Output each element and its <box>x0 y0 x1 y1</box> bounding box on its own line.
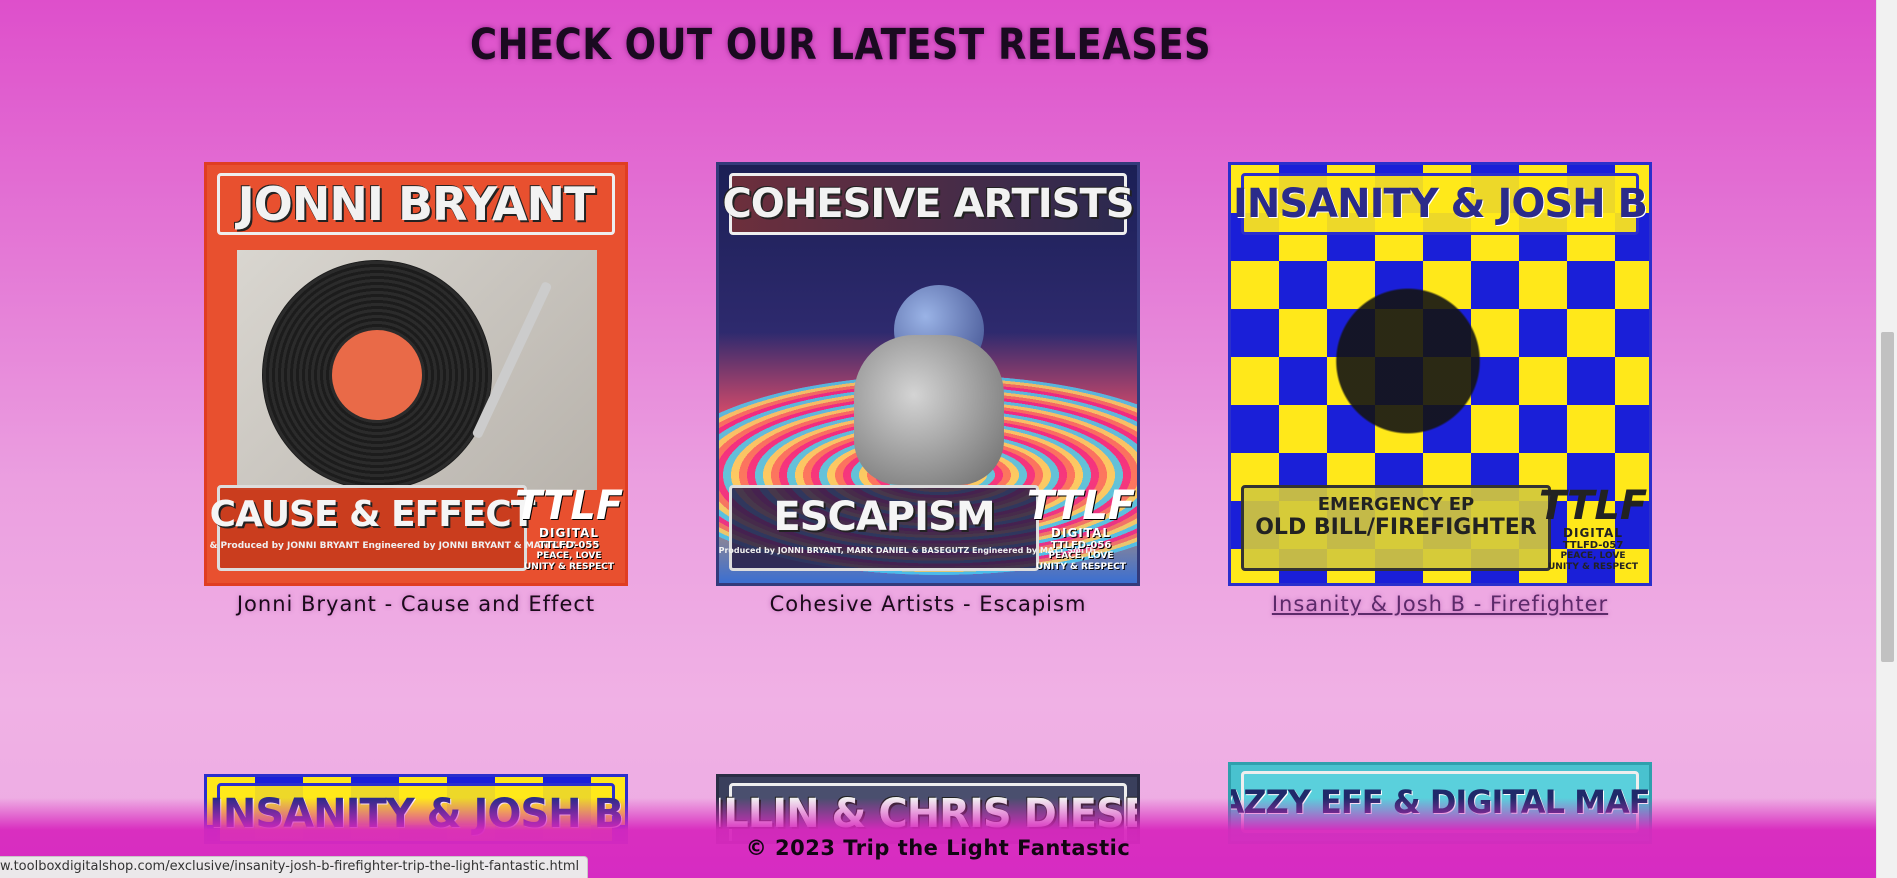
label-logo-digital: DIGITAL <box>1051 526 1111 540</box>
release-cover-image[interactable]: INSANITY & JOSH B EMERGENCY EP OLD BILL/… <box>1228 162 1652 586</box>
release-cover-image[interactable]: JONNI BRYANT CAUSE & EFFECT Written & Pr… <box>204 162 628 586</box>
cover-artist-text: COHESIVE ARTISTS <box>722 173 1135 235</box>
label-logo: TTLF DIGITAL TTLFD-057 PEACE, LOVE UNITY… <box>1539 453 1647 573</box>
release-caption[interactable]: Jonni Bryant - Cause and Effect <box>204 592 628 616</box>
label-logo-mark: TTLF <box>1538 483 1648 529</box>
catalog-number: TTLFD-056 <box>1050 540 1112 551</box>
release-caption-link[interactable]: Insanity & Josh B - Firefighter <box>1228 592 1652 616</box>
label-logo-mark: TTLF <box>514 483 624 529</box>
statue-head-art <box>854 335 1004 485</box>
cover-title-text: ESCAPISM <box>773 494 995 540</box>
cover-artist-text: INSANITY & JOSH B <box>1233 173 1648 235</box>
cover-title-band: EMERGENCY EP OLD BILL/FIREFIGHTER <box>1241 485 1551 571</box>
release-card[interactable]: INSANITY & JOSH B EMERGENCY EP OLD BILL/… <box>1228 162 1652 616</box>
section-heading: CHECK OUT OUR LATEST RELEASES <box>470 20 1212 70</box>
label-motto: PEACE, LOVE UNITY & RESPECT <box>1035 551 1126 572</box>
label-logo-mark: TTLF <box>1026 483 1136 529</box>
release-card[interactable]: JONNI BRYANT CAUSE & EFFECT Written & Pr… <box>204 162 628 616</box>
status-bar-url: w.toolboxdigitalshop.com/exclusive/insan… <box>0 856 589 878</box>
release-caption[interactable]: Cohesive Artists - Escapism <box>716 592 1140 616</box>
label-logo-digital: DIGITAL <box>539 526 599 540</box>
label-logo-digital: DIGITAL <box>1563 526 1623 540</box>
label-motto: PEACE, LOVE UNITY & RESPECT <box>523 551 614 572</box>
catalog-number: TTLFD-055 <box>538 540 600 551</box>
cover-title-band: CAUSE & EFFECT Written & Produced by JON… <box>207 485 576 571</box>
label-logo: TTLF DIGITAL TTLFD-056 PEACE, LOVE UNITY… <box>1027 453 1135 573</box>
cover-title-text: EMERGENCY EP <box>1317 494 1475 515</box>
label-motto: PEACE, LOVE UNITY & RESPECT <box>1547 551 1638 572</box>
release-cover-image[interactable]: COHESIVE ARTISTS ESCAPISM Written & Prod… <box>716 162 1140 586</box>
page: CHECK OUT OUR LATEST RELEASES JONNI BRYA… <box>0 0 1876 878</box>
vinyl-label-art <box>332 330 422 420</box>
scrollbar-thumb[interactable] <box>1881 332 1894 662</box>
label-logo: TTLF DIGITAL TTLFD-055 PEACE, LOVE UNITY… <box>515 453 623 573</box>
release-card[interactable]: COHESIVE ARTISTS ESCAPISM Written & Prod… <box>716 162 1140 616</box>
cover-title-band: ESCAPISM Written & Produced by JONNI BRY… <box>719 485 1096 571</box>
cover-title-text: CAUSE & EFFECT <box>209 494 536 535</box>
catalog-number: TTLFD-057 <box>1562 540 1624 551</box>
cover-subtitle-text: OLD BILL/FIREFIGHTER <box>1255 515 1537 540</box>
vertical-scrollbar[interactable] <box>1876 0 1897 878</box>
cover-artist-text: JONNI BRYANT <box>217 173 615 235</box>
policeman-illustration-art <box>1291 265 1551 505</box>
